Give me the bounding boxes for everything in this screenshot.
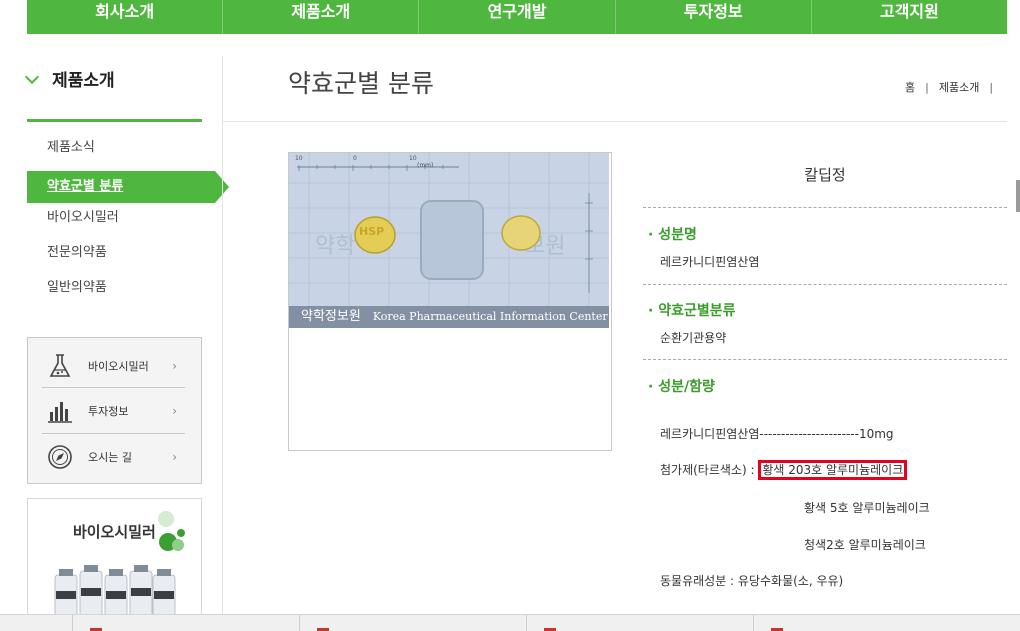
divider <box>42 433 185 434</box>
pill-photo-graphic: 약학 보원 <box>289 153 609 306</box>
product-name: 칼딥정 <box>804 166 846 184</box>
pill-photo: 약학 보원 HSP 10 0 10 (mm) 약학정보원 Korea Pharma… <box>289 153 609 328</box>
additive-line: 첨가제(타르색소) : 황색 203호 알루미늄레이크 <box>660 460 908 480</box>
quick-link-investor[interactable]: 투자정보 › <box>42 389 185 433</box>
bottom-bar <box>0 614 1020 631</box>
sidebar-item-prescription[interactable]: 전문의약품 <box>27 241 217 276</box>
highlighted-additive: 황색 203호 알루미늄레이크 <box>758 460 908 480</box>
flask-icon <box>42 351 78 381</box>
breadcrumb-products[interactable]: 제품소개 <box>939 81 979 94</box>
additive-label: 첨가제(타르색소) : <box>660 463 759 477</box>
svg-text:약학: 약학 <box>315 234 355 259</box>
nav-support[interactable]: 고객지원 <box>810 0 1007 34</box>
nav-company[interactable]: 회사소개 <box>27 0 222 34</box>
pill-imprint: HSP <box>359 225 385 238</box>
nav-products[interactable]: 제품소개 <box>222 0 418 34</box>
dashed-divider <box>643 359 1007 360</box>
animal-derived-line: 동물유래성분 : 유당수화물(소, 우유) <box>660 574 844 588</box>
compass-icon <box>42 442 78 472</box>
quick-link-directions[interactable]: 오시는 길 › <box>42 435 185 479</box>
page-title: 약효군별 분류 <box>288 69 434 98</box>
chevron-down-icon <box>24 69 40 85</box>
efficacy-class-value: 순환기관용약 <box>660 331 727 345</box>
section-heading-ingredient-name: · 성분명 <box>648 227 697 243</box>
divider <box>526 615 527 631</box>
biosimilar-promo-banner[interactable]: 바이오시밀러 <box>27 498 202 620</box>
additive-item: 황색 5호 알루미늄레이크 <box>804 501 930 515</box>
sidebar-title: 제품소개 <box>52 71 115 91</box>
section-heading-ingredient-amount: · 성분/함량 <box>648 379 715 395</box>
chevron-right-icon: › <box>172 450 177 464</box>
sidebar-item-biosimilar[interactable]: 바이오시밀러 <box>27 206 217 241</box>
ruler-unit: (mm) <box>417 162 434 169</box>
decorative-circles-icon <box>158 511 185 551</box>
divider <box>72 615 73 631</box>
additive-item: 청색2호 알루미늄레이크 <box>804 538 926 552</box>
vials-image <box>54 565 176 618</box>
header-divider <box>222 121 1007 122</box>
ingredient-amount-line: 레르카니디핀염산염-----------------------10mg <box>660 427 894 441</box>
divider <box>299 615 300 631</box>
sidebar-header: 제품소개 <box>24 66 202 91</box>
sidebar-menu: 제품소식 약효군별 분류 바이오시밀러 전문의약품 일반의약품 <box>27 136 229 311</box>
sidebar-divider-vertical <box>222 56 223 616</box>
chevron-right-icon: › <box>172 404 177 418</box>
quick-link-label: 투자정보 <box>88 405 129 418</box>
chevron-right-icon: › <box>172 359 177 373</box>
quick-links: 바이오시밀러 › 투자정보 › 오시는 길 › <box>27 337 202 484</box>
ruler-label: 0 <box>353 155 357 162</box>
ingredient-name-value: 레르카니디핀염산염 <box>660 255 760 269</box>
sidebar-divider <box>27 119 202 122</box>
sidebar-item-otc[interactable]: 일반의약품 <box>27 276 217 311</box>
quick-link-label: 오시는 길 <box>88 451 132 464</box>
breadcrumb: 홈 | 제품소개 | <box>905 81 994 94</box>
sidebar-item-efficacy-class[interactable]: 약효군별 분류 <box>27 171 229 203</box>
dashed-divider <box>643 207 1007 208</box>
nav-investor[interactable]: 투자정보 <box>614 0 811 34</box>
ruler-label: 10 <box>295 155 303 162</box>
quick-link-label: 바이오시밀러 <box>88 360 149 373</box>
product-image-frame: 약학 보원 HSP 10 0 10 (mm) 약학정보원 Korea Pharma… <box>288 152 612 451</box>
promo-title: 바이오시밀러 <box>73 523 156 541</box>
image-source-banner: 약학정보원 Korea Pharmaceutical Information Ce… <box>289 306 609 328</box>
banner-korean: 약학정보원 <box>301 309 361 324</box>
ruler-label: 10 <box>409 155 417 162</box>
divider <box>42 387 185 388</box>
banner-english: Korea Pharmaceutical Information Center <box>372 310 608 323</box>
dashed-divider <box>643 284 1007 285</box>
sidebar-item-product-news[interactable]: 제품소식 <box>27 136 217 171</box>
section-heading-efficacy-class: · 약효군별분류 <box>648 303 736 319</box>
quick-link-biosimilar[interactable]: 바이오시밀러 › <box>42 344 185 388</box>
scrollbar-thumb[interactable] <box>1016 180 1020 212</box>
top-nav: 회사소개 제품소개 연구개발 투자정보 고객지원 <box>27 0 1007 34</box>
breadcrumb-home[interactable]: 홈 <box>905 81 915 94</box>
divider <box>753 615 754 631</box>
nav-research[interactable]: 연구개발 <box>418 0 614 34</box>
bar-chart-icon <box>42 396 78 426</box>
